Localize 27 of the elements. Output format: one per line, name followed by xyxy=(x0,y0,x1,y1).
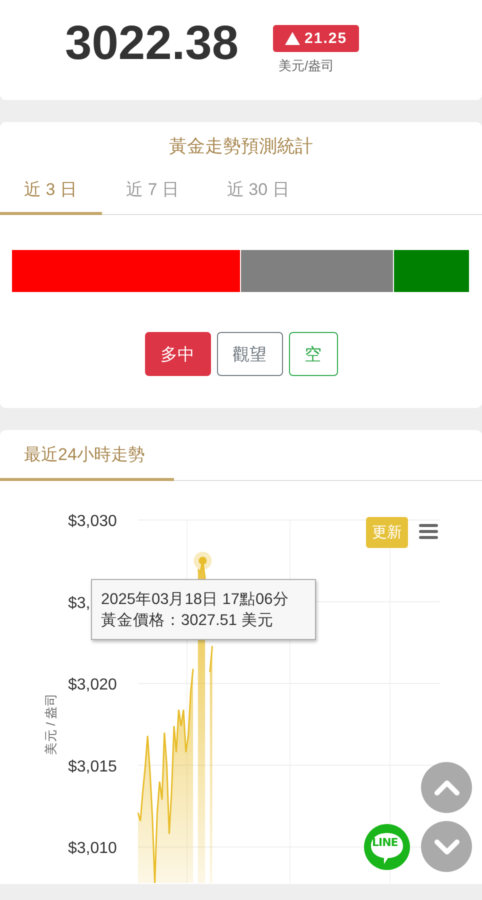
forecast-title: 黃金走勢預測統計 xyxy=(168,135,314,158)
y-axis-label: $3,030 xyxy=(68,513,117,530)
update-button[interactable]: 更新 xyxy=(366,517,408,548)
price-value: 3022.38 xyxy=(65,18,239,70)
y-axis-label: $3, xyxy=(68,594,90,612)
price-change-badge: 21.25 xyxy=(272,25,360,52)
chevron-down-icon xyxy=(434,838,460,854)
forecast-button[interactable]: 空 xyxy=(288,332,338,376)
forecast-button[interactable]: 觀望 xyxy=(216,332,282,376)
speech-bubble-icon xyxy=(362,823,412,873)
trend-tab[interactable]: 最近24小時走勢 xyxy=(0,430,174,481)
scroll-up-button[interactable] xyxy=(421,762,472,813)
price-unit: 美元/盎司 xyxy=(278,57,334,75)
scroll-down-button[interactable] xyxy=(421,821,472,872)
period-tab[interactable]: 近 30 日 xyxy=(202,168,314,215)
y-axis-label: $3,010 xyxy=(68,840,117,858)
menu-icon[interactable] xyxy=(419,524,438,540)
y-axis-label: $3,015 xyxy=(68,758,117,776)
up-triangle-icon xyxy=(284,32,300,45)
line-share-button[interactable]: LINE xyxy=(362,823,412,873)
forecast-button[interactable]: 多中 xyxy=(144,332,210,376)
y-axis-title: 美元 / 盎司 xyxy=(44,692,58,756)
period-tab[interactable]: 近 3 日 xyxy=(0,168,102,215)
chart-tooltip: 2025年03月18日 17點06分 黃金價格：3027.51 美元 xyxy=(91,579,316,640)
period-tab[interactable]: 近 7 日 xyxy=(102,168,203,215)
chevron-up-icon xyxy=(434,780,460,796)
y-axis-label: $3,020 xyxy=(68,676,117,694)
